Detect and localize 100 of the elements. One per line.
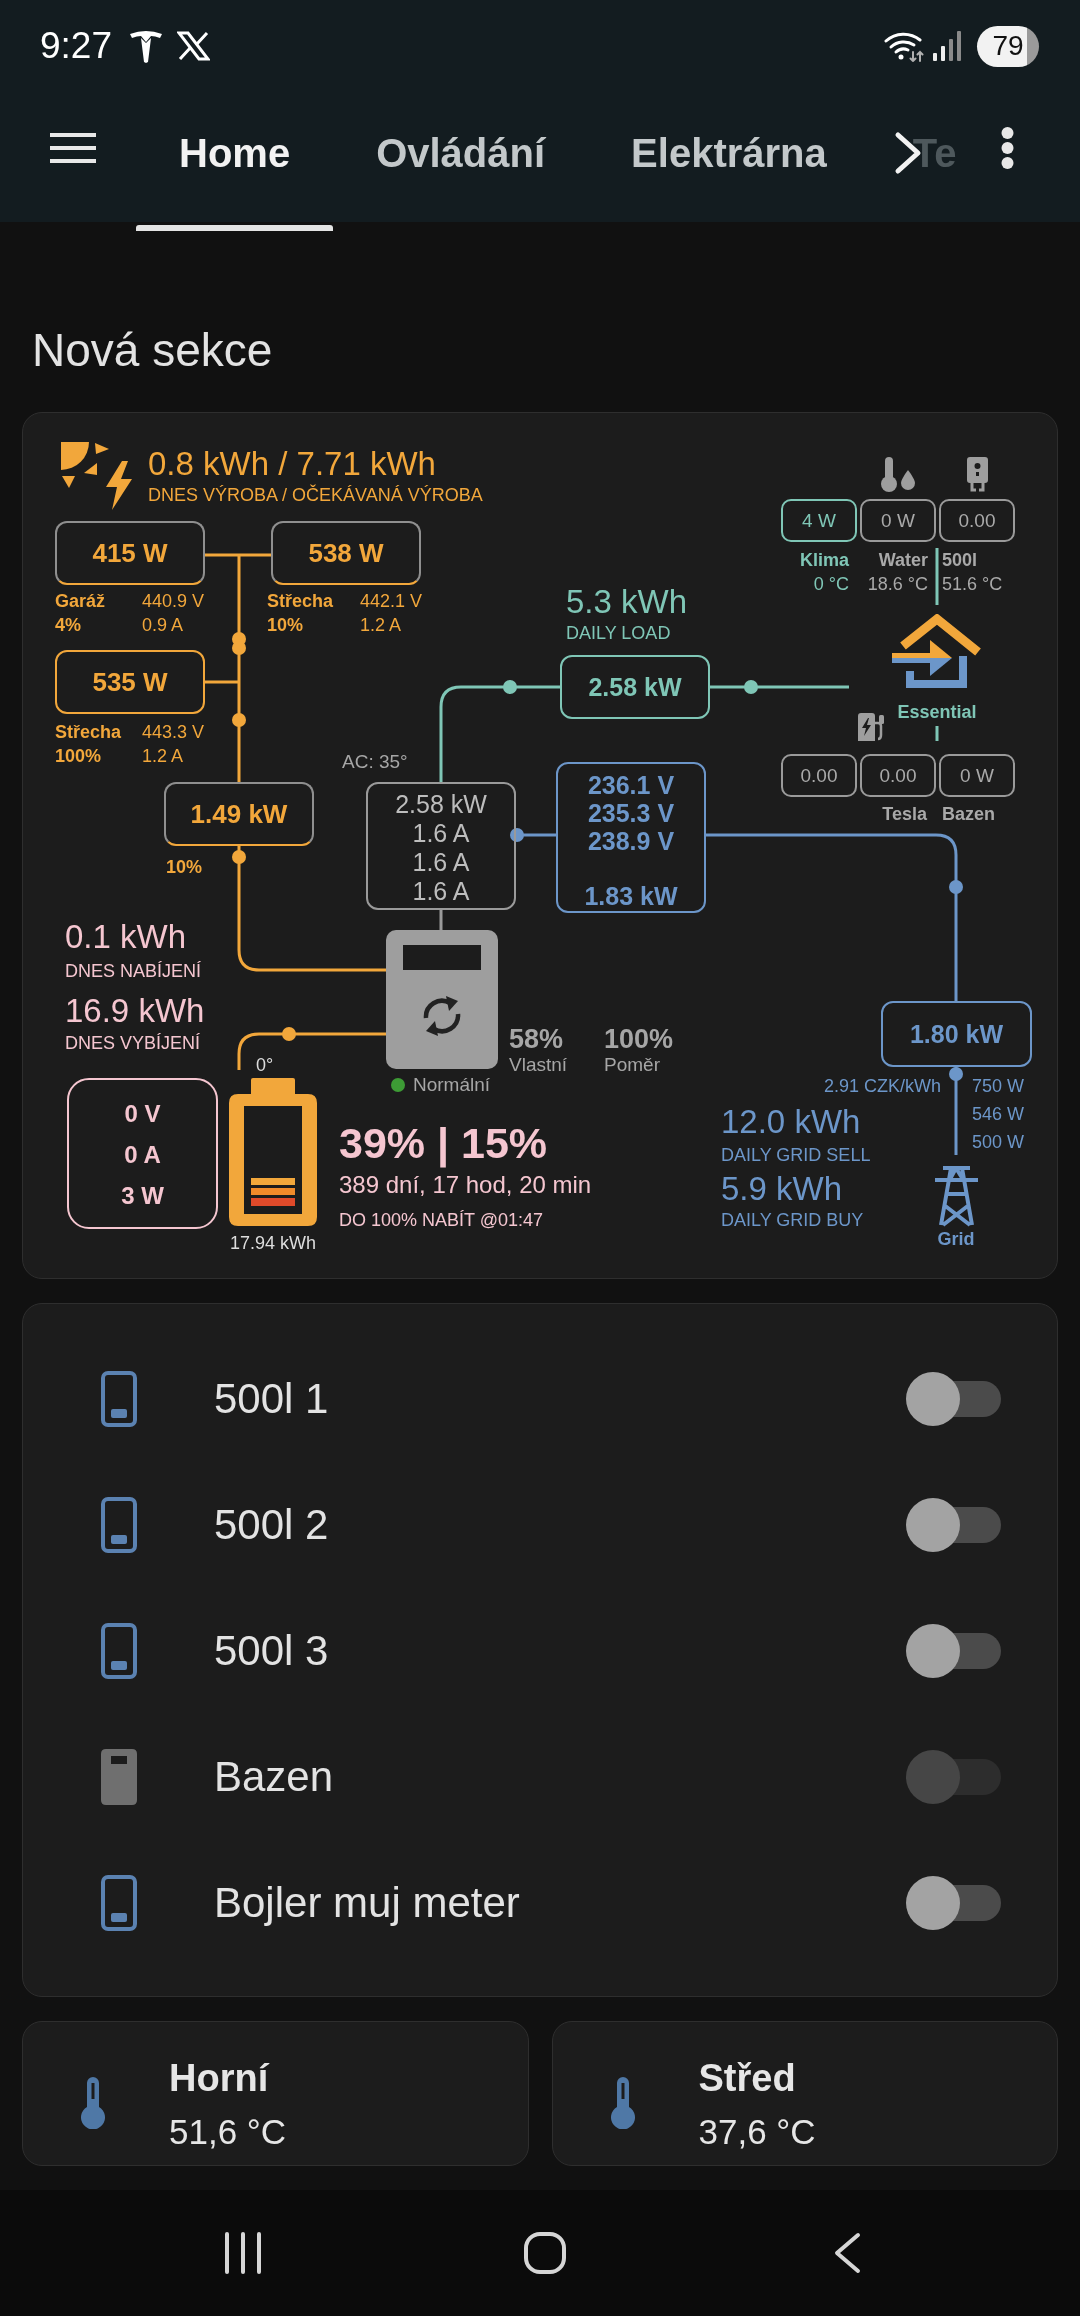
load-name: Tesla [882, 803, 927, 826]
ac-temperature: AC: 35° [342, 751, 408, 773]
battery-charged-label: DNES NABÍJENÍ [65, 960, 202, 982]
ac-reading: 1.6 A [412, 848, 470, 877]
ac-reading: 1.6 A [412, 877, 470, 906]
daily-load-energy: 5.3 kWh [566, 583, 688, 621]
switch-label: 500l 2 [214, 1500, 329, 1550]
flow-dot-icon [949, 880, 963, 894]
thermometer-icon [608, 2077, 637, 2129]
toggle-switch[interactable] [906, 1372, 1001, 1426]
flow-dot-icon [510, 828, 524, 842]
tab[interactable]: Ovládání [333, 92, 589, 231]
sensor-value: 51,6 °C [169, 2111, 287, 2153]
power-tower-icon [932, 1165, 981, 1227]
battery-temperature: 0° [256, 1054, 274, 1076]
tab[interactable]: Elektrárna [588, 92, 870, 231]
flow-dot-icon [744, 680, 758, 694]
load-power-readout: 0 W [939, 754, 1015, 797]
inverter-stat-value: 100% [604, 1024, 674, 1054]
pv-string-share: 100% [55, 745, 102, 768]
pv-string-voltage: 443.3 V [142, 721, 205, 744]
battery-discharged-label: DNES VYBÍJENÍ [65, 1032, 201, 1054]
grid-phase-power: 750 W [972, 1075, 1025, 1098]
load-power-readout: 0.00 [781, 754, 857, 797]
home-icon [524, 2232, 566, 2274]
sensor-name: Horní [169, 2056, 269, 2101]
pv-string-power: 415 W [55, 521, 205, 585]
switch-label: Bojler muj meter [214, 1878, 520, 1928]
recent-apps-icon [224, 2232, 262, 2274]
pv-string-power: 535 W [55, 650, 205, 714]
load-power-readout: 4 W [781, 499, 857, 542]
pv-string-name: Garáž [55, 590, 106, 613]
pv-string-share: 10% [267, 614, 304, 637]
inverter-icon [386, 930, 498, 1069]
pv-string-name: Střecha [267, 590, 334, 613]
battery-discharged-energy: 16.9 kWh [65, 992, 205, 1030]
toggle-switch[interactable] [906, 1498, 1001, 1552]
pv-string-power: 538 W [271, 521, 421, 585]
back-icon [833, 2232, 861, 2274]
grid-buy-label: DAILY GRID BUY [721, 1209, 864, 1231]
grid-phase-power: 546 W [972, 1103, 1025, 1126]
grid-label: Grid [937, 1228, 975, 1250]
pv-string-current: 1.2 A [142, 745, 184, 768]
ac-reading: 1.6 A [412, 819, 470, 848]
sensor-card[interactable]: Střed 37,6 °C [551, 2021, 1058, 2166]
grid-phase-power: 500 W [972, 1131, 1025, 1154]
grid-sell-energy: 12.0 kWh [721, 1103, 861, 1141]
battery-charge-eta: DO 100% NABÍT @01:47 [339, 1209, 544, 1231]
toggle-switch[interactable] [906, 1624, 1001, 1678]
flow-dot-icon [232, 850, 246, 864]
load-name: 500l [942, 549, 978, 572]
phase-voltage: 236.1 V [587, 771, 675, 799]
toggle-switch[interactable] [906, 1750, 1001, 1804]
battery-reading: 3 W [121, 1181, 164, 1211]
house-arrow-icon [892, 614, 982, 689]
grid-voltage-power: 1.83 kW [584, 882, 678, 910]
sensor-card[interactable]: Horní 51,6 °C [22, 2021, 529, 2166]
solar-energy-label: DNES VÝROBA / OČEKÁVANÁ VÝROBA [148, 484, 483, 506]
essential-label: Essential [897, 701, 977, 723]
ac-reading: 2.58 kW [395, 790, 487, 819]
boiler-icon [966, 457, 989, 492]
flow-dot-icon [503, 680, 517, 694]
load-name: Water [878, 549, 928, 572]
battery-reading: 0 V [124, 1099, 161, 1129]
charging-station-icon [857, 712, 885, 742]
solar-icon [60, 441, 133, 510]
solar-energy: 0.8 kWh / 7.71 kWh [148, 445, 436, 483]
pv-string-share: 4% [55, 614, 81, 637]
pv-total-share: 10% [166, 856, 203, 878]
battery-capacity: 17.94 kWh [230, 1232, 316, 1254]
phase-voltage: 235.3 V [587, 799, 675, 827]
flow-dot-icon [232, 713, 246, 727]
menu-icon [50, 133, 96, 163]
load-temperature: 18.6 °C [867, 573, 928, 596]
load-name: Bazen [942, 803, 995, 826]
toggle-switch[interactable] [906, 1876, 1001, 1930]
load-temperature: 0 °C [813, 573, 849, 596]
section-title: Nová sekce [32, 323, 273, 377]
grid-buy-energy: 5.9 kWh [721, 1170, 843, 1208]
load-power-readout: 0.00 [860, 754, 936, 797]
switch-label: Bazen [214, 1752, 334, 1802]
load-power-readout: 0 W [860, 499, 936, 542]
inverter-stat-label: Poměr [604, 1054, 660, 1076]
pv-string-voltage: 442.1 V [360, 590, 423, 613]
battery-soc: 39% | 15% [339, 1118, 548, 1168]
signal-icon [933, 31, 961, 61]
pv-string-name: Střecha [55, 721, 122, 744]
switch-label: 500l 3 [214, 1626, 329, 1676]
load-power-readout: 0.00 [939, 499, 1015, 542]
thermometer-drop-icon [880, 457, 917, 492]
grid-power: 1.80 kW [881, 1001, 1032, 1067]
pv-total-power: 1.49 kW [164, 782, 314, 846]
wifi-icon [884, 30, 924, 62]
flow-dot-icon [232, 641, 246, 655]
tab[interactable]: Home [136, 92, 334, 231]
x-logo-icon [177, 31, 210, 61]
pv-string-current: 0.9 A [142, 614, 184, 637]
t-logo-icon [129, 29, 163, 63]
switch-label: 500l 1 [214, 1374, 329, 1424]
inverter-stat-label: Vlastní [509, 1054, 568, 1076]
